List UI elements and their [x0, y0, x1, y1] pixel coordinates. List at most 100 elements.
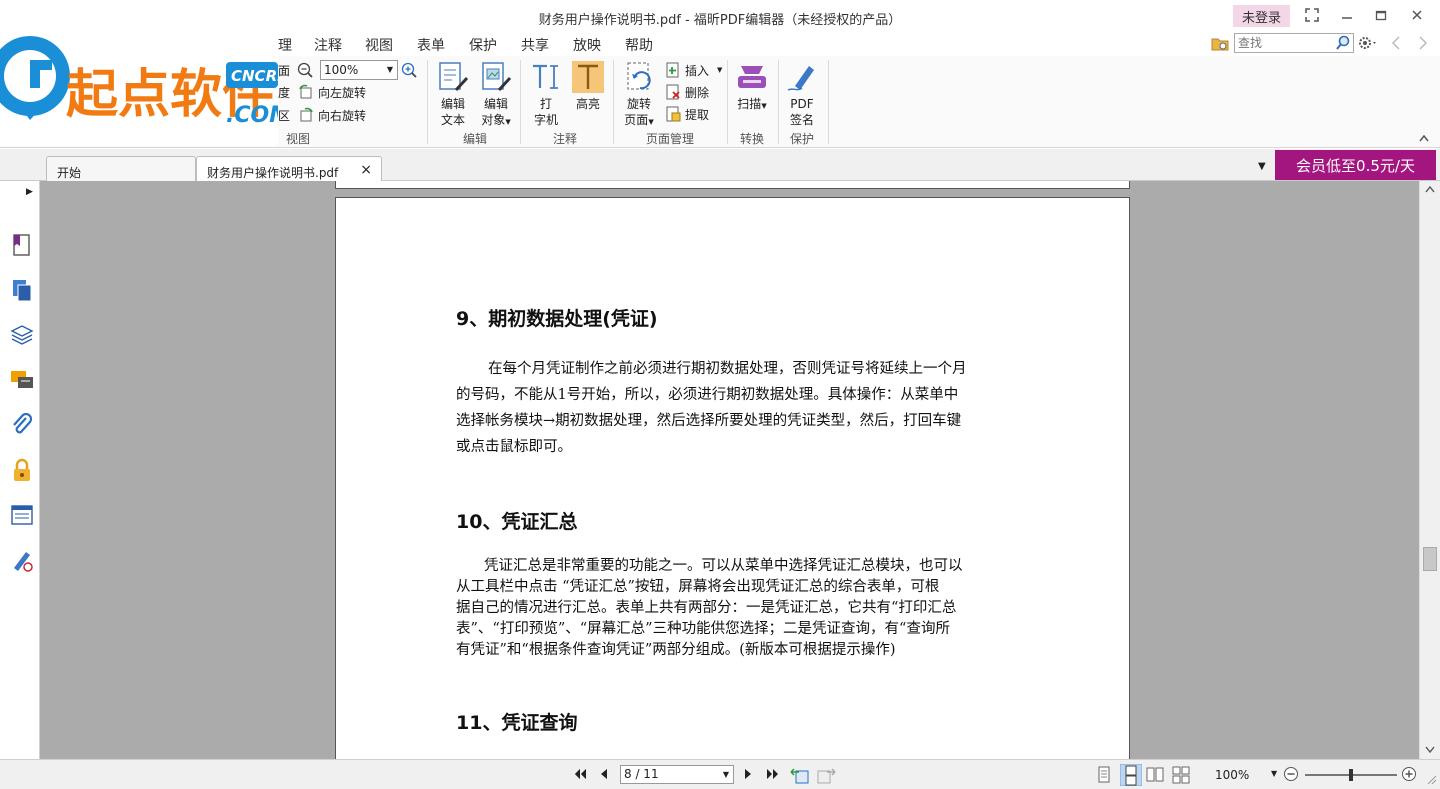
tab-home[interactable]: 开始	[46, 156, 196, 181]
collapse-ribbon-icon[interactable]	[1418, 132, 1430, 146]
rotate-left-label: 向左旋转	[318, 85, 367, 100]
bookmark-icon[interactable]	[10, 233, 34, 257]
previous-page-edge	[335, 181, 1130, 189]
previous-page-icon[interactable]	[598, 766, 610, 782]
facing-view-icon[interactable]	[1146, 766, 1164, 784]
last-page-icon[interactable]	[765, 766, 781, 782]
scroll-down-icon	[1425, 746, 1435, 754]
tab-document[interactable]: 财务用户操作说明书.pdf ×	[196, 156, 382, 181]
resize-grip-icon[interactable]	[1424, 772, 1438, 786]
text-line: 选择帐务模块→期初数据处理，然后选择所要处理的凭证类型，然后，打回车键	[456, 413, 962, 429]
edit-object-icon	[482, 62, 512, 92]
zoom-select[interactable]: 100% ▼	[320, 60, 398, 80]
continuous-facing-view-icon[interactable]	[1172, 766, 1190, 784]
menu-item-manage[interactable]: 理	[278, 35, 292, 55]
edit-text-label-1: 编辑	[440, 97, 465, 111]
typewriter-button[interactable]: 打 字机	[528, 60, 564, 128]
text-line: 的号码，不能从1号开始，所以，必须进行期初数据处理。具体操作：从菜单中	[456, 387, 959, 403]
rotate-right-button[interactable]: 向右旋转	[298, 106, 366, 124]
comments-icon[interactable]	[10, 368, 34, 392]
minimize-icon[interactable]	[1330, 2, 1364, 28]
continuous-view-icon[interactable]	[1120, 764, 1142, 786]
zoom-in-icon[interactable]	[401, 62, 418, 82]
section-9-heading: 9、期初数据处理(凭证)	[456, 308, 658, 330]
insert-page-button[interactable]: 插入 ▼	[665, 61, 722, 79]
tab-document-label: 财务用户操作说明书.pdf	[207, 166, 339, 180]
typewriter-label-2: 字机	[533, 113, 558, 127]
delete-page-button[interactable]: 删除	[665, 83, 709, 101]
maximize-icon[interactable]	[1364, 2, 1398, 28]
lock-icon[interactable]	[10, 458, 34, 482]
edit-text-label-2: 文本	[440, 113, 465, 127]
form-fields-icon[interactable]	[10, 503, 34, 527]
zoom-dropdown-icon[interactable]: ▼	[1271, 769, 1277, 778]
text-line: 据自己的情况进行汇总。表单上共有两部分：一是凭证汇总，它共有“打印汇总	[456, 600, 957, 616]
search-input[interactable]	[1235, 34, 1331, 52]
previous-view-icon[interactable]	[790, 766, 810, 784]
menu-item-slideshow[interactable]: 放映	[573, 35, 601, 55]
menu-item-comment[interactable]: 注释	[314, 35, 342, 55]
group-label-edit: 编辑	[462, 132, 487, 146]
next-page-icon[interactable]	[742, 766, 754, 782]
chevron-down-icon: ▼	[722, 770, 729, 779]
page-number-field[interactable]: 8 / 11 ▼	[620, 765, 734, 784]
document-viewer[interactable]: 9、期初数据处理(凭证) 在每个月凭证制作之前必须进行期初数据处理，否则凭证号将…	[40, 181, 1419, 759]
page-number-value: 8 / 11	[624, 767, 659, 781]
highlight-button[interactable]: 高亮	[570, 60, 606, 112]
zoom-in-circle-icon[interactable]	[1401, 766, 1417, 782]
edit-object-button[interactable]: 编辑 对象▼	[476, 60, 516, 130]
first-page-icon[interactable]	[572, 766, 588, 782]
folder-search-icon[interactable]	[1211, 36, 1229, 55]
section-10-heading: 10、凭证汇总	[456, 511, 578, 533]
zoom-slider-handle[interactable]	[1349, 769, 1353, 781]
pdf-sign-button[interactable]: PDF 签名	[783, 60, 821, 128]
rotate-page-label-2: 页面	[624, 113, 649, 127]
attachment-icon[interactable]	[10, 413, 34, 437]
login-button[interactable]: 未登录	[1233, 5, 1290, 27]
zoom-level-text[interactable]: 100%	[1215, 768, 1249, 782]
vertical-scrollbar[interactable]	[1419, 181, 1440, 759]
signature-icon[interactable]	[10, 548, 34, 572]
rotate-left-button[interactable]: 向左旋转	[298, 83, 366, 101]
svg-text:.COM: .COM	[226, 103, 278, 128]
vip-promo-button[interactable]: 会员低至0.5元/天	[1275, 150, 1436, 180]
text-line: 从工具栏中点击 “凭证汇总”按钮，屏幕将会出现凭证汇总的综合表单，可根	[456, 579, 940, 595]
extract-page-button[interactable]: 提取	[665, 105, 709, 123]
zoom-out-icon[interactable]	[297, 62, 314, 82]
scanner-icon	[738, 66, 766, 88]
menu-item-protect[interactable]: 保护	[469, 35, 497, 55]
ribbon-view-partial-2[interactable]: 度	[278, 83, 290, 101]
highlight-label: 高亮	[575, 97, 600, 111]
layers-icon[interactable]	[10, 323, 34, 347]
fullscreen-icon[interactable]	[1295, 2, 1329, 28]
single-page-view-icon[interactable]	[1096, 766, 1112, 784]
tab-list-dropdown-icon[interactable]: ▼	[1258, 161, 1266, 172]
forward-arrow-icon[interactable]	[1417, 35, 1429, 54]
rotate-page-button[interactable]: 旋转 页面▼	[619, 60, 659, 130]
close-window-icon[interactable]	[1400, 2, 1434, 28]
close-tab-icon[interactable]: ×	[360, 162, 372, 178]
ribbon-separator	[828, 60, 829, 144]
ribbon-view-partial-1[interactable]: 面	[278, 61, 290, 79]
menu-item-help[interactable]: 帮助	[625, 35, 653, 55]
menu-item-form[interactable]: 表单	[417, 35, 445, 55]
zoom-slider[interactable]	[1305, 769, 1397, 781]
scrollbar-thumb[interactable]	[1423, 547, 1437, 571]
edit-text-button[interactable]: 编辑 文本	[435, 60, 471, 128]
delete-page-label: 删除	[685, 85, 710, 100]
group-label-convert: 转换	[739, 132, 764, 146]
menu-item-view[interactable]: 视图	[365, 35, 393, 55]
next-view-icon[interactable]	[816, 766, 836, 784]
highlight-icon	[572, 61, 604, 93]
search-field[interactable]	[1234, 33, 1354, 53]
search-icon[interactable]	[1335, 35, 1351, 54]
pages-thumbnails-icon[interactable]	[10, 278, 34, 302]
menu-item-share[interactable]: 共享	[521, 35, 549, 55]
zoom-out-circle-icon[interactable]	[1283, 766, 1299, 782]
gear-icon[interactable]	[1357, 35, 1379, 54]
ribbon-view-partial-3[interactable]: 区	[278, 106, 290, 124]
expand-panel-icon[interactable]: ▶	[26, 187, 33, 197]
back-arrow-icon[interactable]	[1390, 35, 1402, 54]
cncrk-logo-icon: 起点软件 CNCRK .COM	[0, 36, 291, 128]
scan-button[interactable]: 扫描▼	[733, 60, 771, 114]
